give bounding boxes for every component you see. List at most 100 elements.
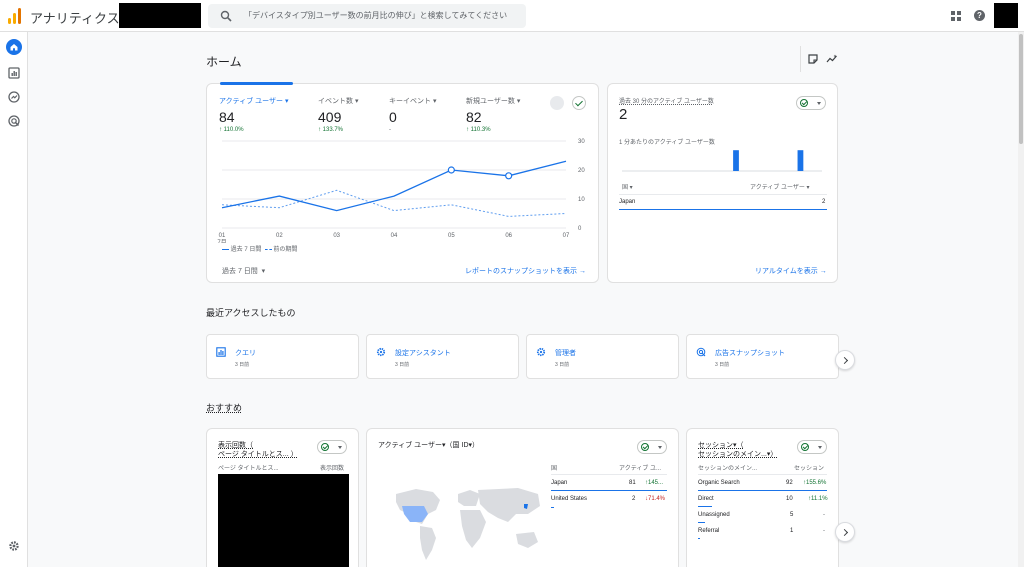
realtime-card-options[interactable] bbox=[796, 96, 826, 110]
world-map bbox=[396, 488, 540, 560]
y-tick-label: 20 bbox=[578, 168, 585, 174]
advertising-icon[interactable] bbox=[6, 113, 22, 129]
recent-item-name: 設定アシスタント bbox=[395, 350, 451, 357]
check-icon bbox=[641, 443, 649, 451]
chevron-down-icon bbox=[817, 102, 821, 105]
country-row-users: 81 bbox=[629, 480, 636, 486]
reports-icon[interactable] bbox=[6, 65, 22, 81]
sessions-card-title-line1: セッション▾（ bbox=[698, 442, 744, 449]
sessions-row-name: Direct bbox=[698, 496, 714, 502]
home-icon[interactable] bbox=[6, 39, 22, 55]
series-line-previous bbox=[221, 189, 567, 217]
country-row-bar bbox=[551, 507, 554, 508]
series-point-current bbox=[505, 172, 513, 180]
check-icon bbox=[800, 99, 808, 107]
sessions-card-title[interactable]: セッション▾（ セッションのメイン...▾） bbox=[698, 441, 777, 459]
sessions-card-options[interactable] bbox=[797, 440, 827, 454]
recent-item-admin[interactable]: 管理者 3 日前 bbox=[526, 334, 679, 379]
country-row-bar bbox=[551, 490, 667, 491]
check-icon bbox=[801, 443, 809, 451]
country-card-options[interactable] bbox=[637, 440, 667, 454]
search-placeholder: 「デバイスタイプ別ユーザー数の前月比の伸び」と検索してみてください bbox=[244, 11, 508, 20]
avatar-redacted[interactable] bbox=[994, 3, 1018, 28]
query-icon bbox=[216, 347, 226, 357]
metric-new-users[interactable]: 新規ユーザー数 ▾ 82 ↑ 110.3% bbox=[466, 96, 520, 133]
recent-item-ads-snapshot[interactable]: 広告スナップショット 3 日前 bbox=[686, 334, 839, 379]
sessions-row-change: - bbox=[823, 528, 825, 534]
legend-current-swatch bbox=[222, 248, 229, 251]
left-nav-rail bbox=[0, 32, 28, 567]
search-input[interactable]: 「デバイスタイプ別ユーザー数の前月比の伸び」と検索してみてください bbox=[208, 4, 526, 28]
metric-active-users[interactable]: アクティブ ユーザー ▾ 84 ↑ 110.0% bbox=[219, 96, 289, 133]
scrollbar-thumb[interactable] bbox=[1019, 34, 1023, 144]
sessions-row-change: - bbox=[823, 512, 825, 518]
sessions-row-value: 92 bbox=[786, 480, 793, 486]
metric-value: 82 bbox=[466, 109, 482, 125]
date-range-select[interactable]: 過去 7 日間 ▾ bbox=[222, 266, 265, 276]
country-card-title[interactable]: アクティブ ユーザー▾（国 ID▾） bbox=[378, 441, 479, 450]
apps-icon[interactable] bbox=[951, 11, 961, 21]
realtime-row-users: 2 bbox=[822, 199, 826, 205]
insights-icon[interactable] bbox=[826, 53, 838, 65]
metric-value: 409 bbox=[318, 109, 342, 125]
country-row-users: 2 bbox=[632, 496, 636, 502]
x-tick-label: 07 bbox=[563, 233, 570, 239]
metric-label: 新規ユーザー数 bbox=[466, 98, 515, 105]
country-col-country: 国 bbox=[551, 466, 558, 472]
account-selector-redacted[interactable] bbox=[119, 3, 201, 28]
y-tick-label: 0 bbox=[578, 226, 582, 232]
app-title: アナリティクス bbox=[30, 11, 120, 26]
x-tick-label: 02 bbox=[276, 233, 283, 239]
recent-next-button[interactable] bbox=[835, 350, 855, 370]
sessions-row-name: Organic Search bbox=[698, 480, 740, 486]
chart-legend: 過去 7 日間 前の期間 bbox=[222, 244, 297, 253]
analytics-logo[interactable] bbox=[8, 8, 22, 24]
recent-item-time: 3 日前 bbox=[235, 362, 250, 368]
search-icon bbox=[220, 10, 232, 22]
views-card-title[interactable]: 表示回数（ ページ タイトルとス... ） bbox=[218, 441, 298, 459]
recent-item-setup-assistant[interactable]: 設定アシスタント 3 日前 bbox=[366, 334, 519, 379]
recommended-section-title: おすすめ bbox=[206, 403, 243, 413]
recent-item-name: 広告スナップショット bbox=[715, 350, 785, 357]
country-row-change: ↓71.4% bbox=[645, 496, 666, 502]
notes-icon[interactable] bbox=[807, 53, 819, 65]
realtime-bar-chart bbox=[622, 150, 822, 172]
y-tick-label: 30 bbox=[578, 139, 585, 145]
views-col-views: 表示回数 bbox=[320, 466, 345, 472]
country-row-change: ↑145... bbox=[645, 480, 664, 486]
sessions-row-bar bbox=[698, 490, 827, 491]
help-icon[interactable]: ? bbox=[974, 10, 985, 21]
settings-icon[interactable] bbox=[6, 538, 22, 554]
ads-snapshot-icon bbox=[696, 347, 706, 357]
settings-assistant-icon bbox=[376, 347, 386, 357]
views-card-options[interactable] bbox=[317, 440, 347, 454]
realtime-bar bbox=[797, 150, 804, 171]
recent-item-time: 3 日前 bbox=[715, 362, 730, 368]
views-table-redacted bbox=[218, 474, 349, 567]
realtime-col-country[interactable]: 国 ▾ bbox=[622, 182, 633, 191]
views-card-title-line2: ページ タイトルとス... ） bbox=[218, 451, 298, 458]
view-realtime-link[interactable]: リアルタイムを表示 → bbox=[755, 266, 827, 276]
realtime-title[interactable]: 過去 30 分のアクティブ ユーザー数 bbox=[619, 96, 714, 105]
realtime-row-bar bbox=[619, 209, 827, 210]
experiment-icon[interactable] bbox=[550, 96, 564, 110]
legend-previous-swatch bbox=[264, 248, 272, 250]
recent-item-name: クエリ bbox=[235, 350, 256, 357]
recent-item-query[interactable]: クエリ 3 日前 bbox=[206, 334, 359, 379]
recent-section-title: 最近アクセスしたもの bbox=[206, 308, 296, 318]
chevron-down-icon bbox=[658, 446, 662, 449]
page-scrollbar[interactable] bbox=[1018, 32, 1024, 567]
recommended-next-button[interactable] bbox=[835, 522, 855, 542]
metric-event-count[interactable]: イベント数 ▾ 409 ↑ 133.7% bbox=[318, 96, 358, 133]
metric-key-events[interactable]: キーイベント ▾ 0 - bbox=[389, 96, 436, 133]
realtime-value: 2 bbox=[619, 106, 628, 123]
metric-value: 0 bbox=[389, 109, 397, 125]
country-row-name: United States bbox=[551, 496, 588, 502]
check-icon[interactable] bbox=[572, 96, 586, 110]
realtime-col-users[interactable]: アクティブ ユーザー ▾ bbox=[750, 182, 810, 191]
view-report-snapshot-link[interactable]: レポートのスナップショットを表示 → bbox=[465, 266, 586, 276]
sessions-row-name: Referral bbox=[698, 528, 720, 534]
x-tick-label: 04 bbox=[391, 233, 398, 239]
sessions-col-channel: セッションのメイン... bbox=[698, 466, 758, 472]
explore-icon[interactable] bbox=[6, 89, 22, 105]
